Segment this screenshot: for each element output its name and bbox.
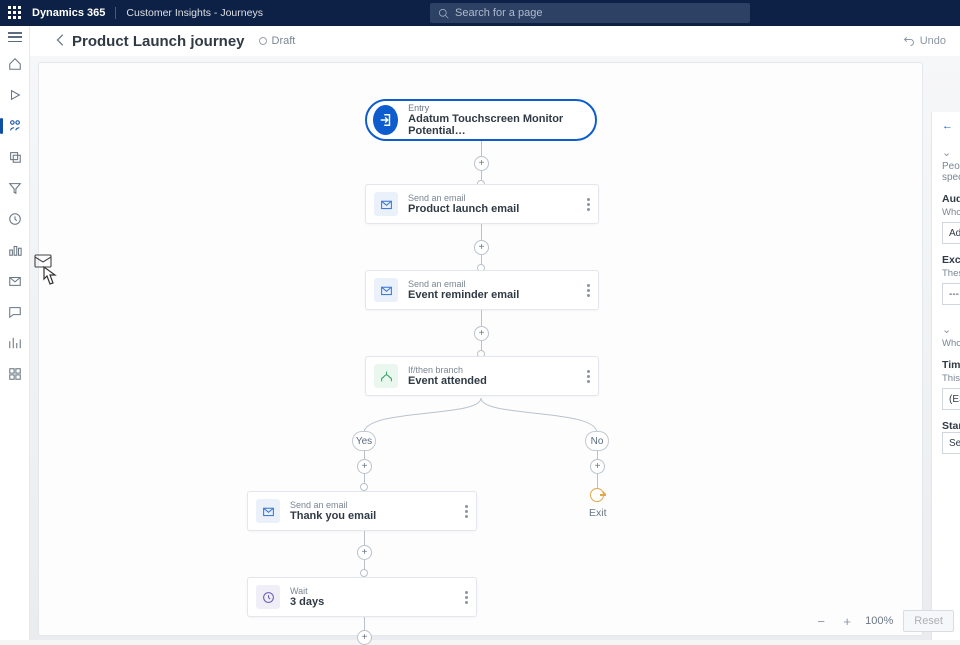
join-dot	[360, 483, 368, 491]
side-panel[interactable]: ← ⌄ People enter this journey when they …	[931, 112, 960, 640]
nav-mail[interactable]	[6, 272, 24, 290]
add-step-button[interactable]: +	[357, 545, 372, 560]
global-search[interactable]	[430, 3, 750, 23]
add-step-button[interactable]: +	[474, 240, 489, 255]
zoom-reset-button[interactable]: Reset	[903, 610, 954, 632]
exit-label: Exit	[589, 507, 607, 519]
nav-clock[interactable]	[6, 210, 24, 228]
nav-filter[interactable]	[6, 179, 24, 197]
nav-tiles[interactable]	[6, 365, 24, 383]
branch-no-label: No	[585, 431, 609, 451]
nav-duplicate[interactable]	[6, 148, 24, 166]
more-icon[interactable]	[465, 503, 468, 520]
connector-line	[481, 141, 482, 157]
connector-line	[364, 531, 365, 545]
zoom-in-button[interactable]: +	[839, 613, 855, 629]
page-header: Product Launch journey Draft Undo	[0, 26, 960, 56]
undo-icon	[903, 35, 915, 47]
connector-line	[481, 224, 482, 240]
add-step-button[interactable]: +	[474, 156, 489, 171]
chevron-down-icon[interactable]: ⌄	[942, 323, 951, 336]
nav-chart[interactable]	[6, 334, 24, 352]
add-step-button[interactable]: +	[357, 630, 372, 645]
join-dot	[360, 569, 368, 577]
nav-chat[interactable]	[6, 303, 24, 321]
connector-line	[364, 451, 365, 459]
app-launcher-icon[interactable]	[8, 6, 22, 20]
brand-sub: Customer Insights - Journeys	[115, 7, 263, 19]
zoom-out-button[interactable]: −	[813, 613, 829, 629]
chevron-down-icon[interactable]: ⌄	[942, 146, 951, 159]
email-icon	[374, 278, 398, 302]
branch-connector	[339, 398, 629, 438]
topbar: Dynamics 365 Customer Insights - Journey…	[0, 0, 960, 26]
branch-yes-label: Yes	[352, 431, 376, 451]
connector-line	[364, 617, 365, 631]
hamburger-icon[interactable]	[8, 32, 22, 42]
back-icon[interactable]	[54, 33, 68, 47]
add-step-button[interactable]: +	[474, 326, 489, 341]
more-icon[interactable]	[587, 282, 590, 299]
audience-input[interactable]: Adatum Touchscreen Monitor	[942, 222, 960, 244]
nav-play[interactable]	[6, 86, 24, 104]
nav-home[interactable]	[6, 55, 24, 73]
entry-node[interactable]: Entry Adatum Touchscreen Monitor Potenti…	[365, 99, 597, 141]
status-dot-icon	[259, 37, 267, 45]
step-email-thank-you[interactable]: Send an emailThank you email	[247, 491, 477, 531]
step-branch-event-attended[interactable]: If/then branchEvent attended	[365, 356, 599, 396]
status-badge: Draft	[259, 35, 296, 47]
panel-back-icon[interactable]: ←	[942, 120, 960, 132]
exit-icon	[590, 488, 604, 502]
more-icon[interactable]	[465, 589, 468, 606]
canvas-wrap: Entry Adatum Touchscreen Monitor Potenti…	[30, 56, 960, 640]
start-date-input[interactable]: Select a date	[942, 432, 960, 454]
email-icon	[256, 499, 280, 523]
left-nav-rail	[0, 26, 30, 640]
branch-icon	[374, 364, 398, 388]
more-icon[interactable]	[587, 368, 590, 385]
search-input[interactable]	[455, 7, 742, 19]
email-icon	[374, 192, 398, 216]
connector-line	[481, 310, 482, 326]
connector-line	[597, 474, 598, 488]
more-icon[interactable]	[587, 196, 590, 213]
connector-line	[597, 451, 598, 459]
undo-button[interactable]: Undo	[903, 35, 946, 47]
nav-journeys[interactable]	[6, 117, 24, 135]
timezone-input[interactable]: (EST) Eastern Standard Time	[942, 388, 960, 410]
step-email-event-reminder[interactable]: Send an emailEvent reminder email	[365, 270, 599, 310]
brand-name: Dynamics 365	[32, 7, 105, 19]
page-title: Product Launch journey	[72, 33, 245, 50]
entry-icon	[373, 105, 398, 135]
zoom-controls: − + 100% Reset	[813, 610, 954, 632]
journey-canvas[interactable]: Entry Adatum Touchscreen Monitor Potenti…	[38, 62, 923, 636]
add-step-button[interactable]: +	[357, 459, 372, 474]
nav-insights[interactable]	[6, 241, 24, 259]
zoom-level: 100%	[865, 615, 893, 627]
wait-icon	[256, 585, 280, 609]
search-icon	[438, 8, 449, 19]
add-step-button[interactable]: +	[590, 459, 605, 474]
exclude-input[interactable]: ---	[942, 283, 960, 305]
step-email-product-launch[interactable]: Send an emailProduct launch email	[365, 184, 599, 224]
step-wait-3-days[interactable]: Wait3 days	[247, 577, 477, 617]
